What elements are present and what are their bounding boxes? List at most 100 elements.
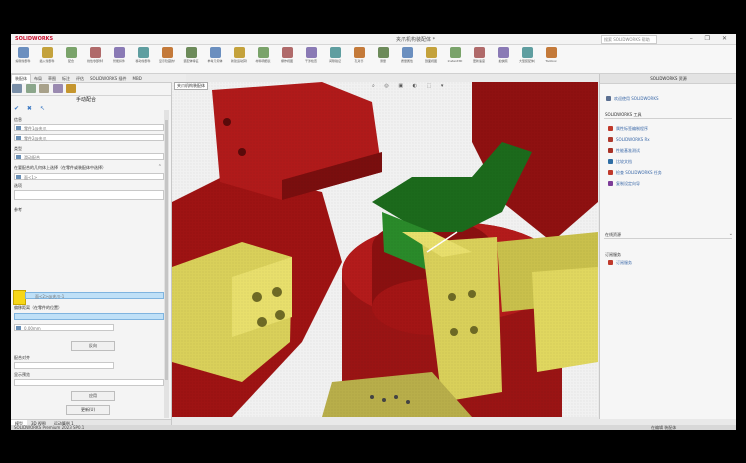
flip-button[interactable]: 反向 <box>71 341 115 351</box>
ribbon-button-15[interactable]: 测量 <box>375 46 391 72</box>
chevron-down-icon[interactable]: ⌄ <box>729 231 733 237</box>
offset-section-label: 偏移距离（在零件的位置） <box>14 305 62 310</box>
ribbon-button-13[interactable]: 间隙验证 <box>327 46 343 72</box>
tool-link[interactable]: 复制设定向导 <box>616 181 640 187</box>
help-search-input[interactable]: 搜索 SOLIDWORKS 帮助 <box>601 35 657 44</box>
align-field[interactable] <box>14 362 114 369</box>
status-left-text: SOLIDWORKS Premium 2023 SP0.1 <box>14 425 85 430</box>
command-tab[interactable]: MBD <box>130 75 145 82</box>
offset-field[interactable] <box>14 313 164 320</box>
subscription-link[interactable]: 订阅服务 <box>616 260 632 266</box>
command-tab[interactable]: SOLIDWORKS 插件 <box>87 75 130 83</box>
welcome-link[interactable]: 欢迎使用 SOLIDWORKS <box>614 96 659 102</box>
ribbon-button-21[interactable]: 大型装配体设置 <box>519 46 535 72</box>
chevron-up-icon[interactable]: ⌃ <box>158 164 162 170</box>
ribbon-tool-icon <box>305 47 317 58</box>
scroll-thumb[interactable] <box>165 120 168 380</box>
ribbon-button-1[interactable]: 插入零部件 <box>39 46 55 72</box>
confirm-cancel-icons[interactable]: ✔ ✖ ↖ <box>14 105 48 112</box>
apply-button[interactable]: 应用 <box>71 391 115 401</box>
ribbon-button-8[interactable]: 参考几何体 <box>207 46 223 72</box>
highlighted-reference-value: 面<2>@夹爪-1 <box>35 294 65 299</box>
tool-link[interactable]: 属性标签编制程序 <box>616 126 648 132</box>
message-section-label: 信息 <box>14 117 22 122</box>
tool-icon <box>608 137 613 142</box>
ribbon-tool-icon <box>401 47 413 58</box>
ribbon-button-label: 参考几何体 <box>207 59 223 63</box>
ribbon-button-10[interactable]: 材料明细表 <box>255 46 271 72</box>
ribbon-button-label: 智能扣件 <box>112 59 125 63</box>
command-tab[interactable]: 标注 <box>59 75 73 83</box>
tool-link[interactable]: 比较文档 <box>616 159 632 165</box>
title-bar: SOLIDWORKS 夹爪机构装配体 * 搜索 SOLIDWORKS 帮助 – … <box>11 34 736 45</box>
panel-scrollbar[interactable] <box>164 110 169 418</box>
manager-tabs <box>11 83 171 96</box>
ribbon-button-22[interactable]: Toolbox <box>543 46 559 72</box>
status-right-text: 在编辑 装配体 <box>651 425 677 430</box>
part-icon <box>16 126 21 130</box>
ribbon-tool-icon <box>209 47 221 58</box>
property-manager-tab-icon[interactable] <box>25 84 36 93</box>
ribbon-tool-icon <box>545 47 557 58</box>
divider <box>604 118 732 119</box>
mate-icon <box>16 155 21 159</box>
command-tab[interactable]: 评估 <box>73 75 87 83</box>
tool-link[interactable]: SOLIDWORKS Rx <box>616 137 650 142</box>
ribbon-tool-icon <box>521 47 533 58</box>
heads-up-view-toolbar[interactable]: ⌕ ◎ ▣ ◐ ⬚ ▾ <box>372 83 447 89</box>
ribbon-button-label: 显示隐藏的零部件 <box>159 59 175 63</box>
preview-field[interactable] <box>14 379 164 386</box>
command-tab[interactable]: 草图 <box>45 75 59 83</box>
ribbon-button-17[interactable]: 剖面视图 <box>423 46 439 72</box>
ribbon-button-6[interactable]: 显示隐藏的零部件 <box>159 46 175 72</box>
graphics-viewport[interactable]: 夹爪机构装配体 ⌕ ◎ ▣ ◐ ⬚ ▾ <box>172 82 598 417</box>
command-tab[interactable]: 布局 <box>31 75 45 83</box>
ribbon-button-9[interactable]: 新建运动算例 <box>231 46 247 72</box>
offset-distance-value: 0.00mm <box>24 326 41 331</box>
ribbon-button-7[interactable]: 装配体特征 <box>183 46 199 72</box>
ribbon-button-label: 爆炸视图 <box>280 59 293 63</box>
dimxpert-tab-icon[interactable] <box>52 84 63 93</box>
ribbon-tool-icon <box>497 47 509 58</box>
display-manager-tab-icon[interactable] <box>66 84 77 93</box>
highlighted-reference-field[interactable]: 面<2>@夹爪-1 <box>25 292 164 299</box>
offset-distance-field[interactable]: 0.00mm <box>14 324 114 331</box>
update-button[interactable]: 更新(U) <box>66 405 110 415</box>
window-controls[interactable]: – ❐ ✕ <box>690 35 732 42</box>
ribbon-button-12[interactable]: 干涉检查 <box>303 46 319 72</box>
component-1-field[interactable]: 零件1@夹爪 <box>14 124 164 131</box>
ribbon-tool-icon <box>425 47 437 58</box>
app-brand-logo[interactable]: SOLIDWORKS <box>15 36 53 42</box>
ribbon-button-20[interactable]: 拍快照 <box>495 46 511 72</box>
ribbon-button-label: Instant3D <box>447 59 463 63</box>
type-section-label: 类型 <box>14 146 22 151</box>
component-2-field[interactable]: 零件2@夹爪 <box>14 134 164 141</box>
ribbon-button-11[interactable]: 爆炸视图 <box>279 46 295 72</box>
tool-link[interactable]: 性能基准测试 <box>616 148 640 154</box>
command-ribbon: 编辑零部件 插入零部件 配合 线性零部件阵列 智能扣件 移动零部件 显示隐藏的零部件 装配体特… <box>11 45 736 74</box>
config-manager-tab-icon[interactable] <box>39 84 50 93</box>
ribbon-button-2[interactable]: 配合 <box>63 46 79 72</box>
ribbon-button-19[interactable]: 更新速度 <box>471 46 487 72</box>
selection-section-label: 在要配合的几何体上选择（在零件或装配体中选择） <box>14 165 106 170</box>
ribbon-button-3[interactable]: 线性零部件阵列 <box>87 46 103 72</box>
assembly-model[interactable] <box>172 82 598 417</box>
viewport-file-tab[interactable]: 夹爪机构装配体 <box>174 82 208 90</box>
tool-link[interactable]: 检查 SOLIDWORKS 任务 <box>616 170 662 176</box>
tool-icon <box>608 170 613 175</box>
divider <box>604 238 732 239</box>
ribbon-button-5[interactable]: 移动零部件 <box>135 46 151 72</box>
ribbon-button-18[interactable]: Instant3D <box>447 46 463 72</box>
ribbon-tool-icon <box>65 47 77 58</box>
ribbon-button-14[interactable]: 孔对齐 <box>351 46 367 72</box>
ribbon-button-4[interactable]: 智能扣件 <box>111 46 127 72</box>
ribbon-tool-icon <box>89 47 101 58</box>
selection-field[interactable]: 面<1> <box>14 173 164 180</box>
feature-tree-tab-icon[interactable] <box>12 84 22 93</box>
ribbon-button-16[interactable]: 质量属性 <box>399 46 415 72</box>
ribbon-button-0[interactable]: 编辑零部件 <box>15 46 31 72</box>
command-tab[interactable]: 装配体 <box>11 74 31 83</box>
mate-type-field[interactable]: 滑动配合 <box>14 153 164 160</box>
options-field[interactable] <box>14 190 164 200</box>
mate-type-value: 滑动配合 <box>24 155 40 160</box>
